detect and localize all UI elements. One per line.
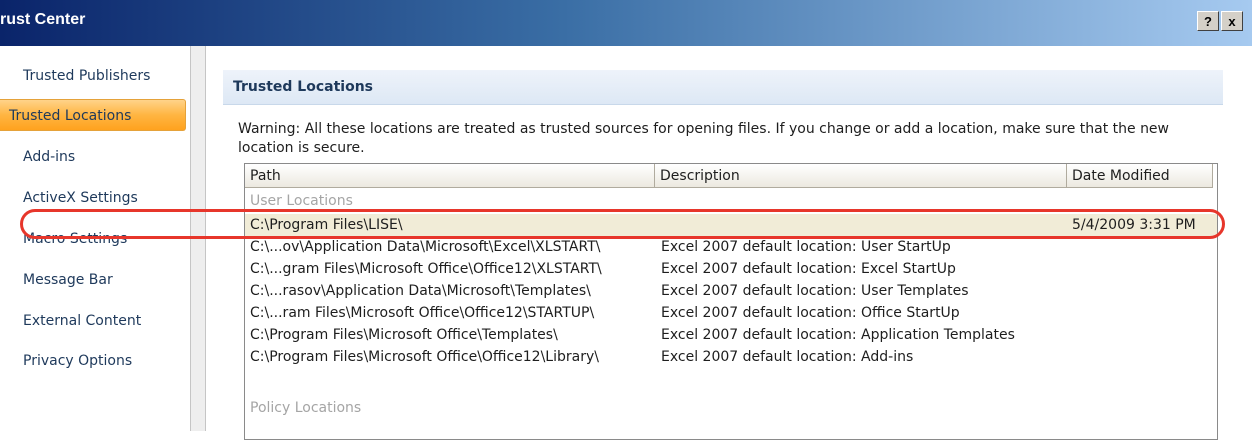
row-description: Excel 2007 default location: Add-ins xyxy=(661,349,914,365)
row-path: C:\...rasov\Application Data\Microsoft\T… xyxy=(250,283,591,299)
title-buttons: ? x xyxy=(1197,11,1243,31)
table-row[interactable]: C:\Program Files\Microsoft Office\Office… xyxy=(245,346,1217,368)
sidebar-item-trusted-publishers[interactable]: Trusted Publishers xyxy=(0,60,186,92)
trusted-locations-list[interactable]: Path Description Date Modified User Loca… xyxy=(244,163,1218,440)
row-description: Excel 2007 default location: Excel Start… xyxy=(661,261,956,277)
table-row[interactable]: C:\...rasov\Application Data\Microsoft\T… xyxy=(245,280,1217,302)
group-label-user-locations: User Locations xyxy=(250,193,353,209)
row-description: Excel 2007 default location: User Templa… xyxy=(661,283,969,299)
sidebar-item-external-content[interactable]: External Content xyxy=(0,305,186,337)
table-row[interactable]: C:\...ram Files\Microsoft Office\Office1… xyxy=(245,302,1217,324)
row-path: C:\Program Files\Microsoft Office\Office… xyxy=(250,349,599,365)
content-panel: Trusted Locations Warning: All these loc… xyxy=(206,46,1252,440)
title-bar: rust Center ? x xyxy=(0,0,1252,46)
sidebar-item-privacy-options[interactable]: Privacy Options xyxy=(0,345,186,377)
table-row[interactable]: C:\Program Files\LISE\ 5/4/2009 3:31 PM xyxy=(245,214,1217,236)
panel-divider xyxy=(191,46,206,431)
table-row[interactable]: C:\...gram Files\Microsoft Office\Office… xyxy=(245,258,1217,280)
close-button[interactable]: x xyxy=(1221,11,1243,31)
column-header-path[interactable]: Path xyxy=(245,164,655,188)
sidebar: Trusted Publishers Trusted Locations Add… xyxy=(0,46,191,431)
row-description: Excel 2007 default location: Office Star… xyxy=(661,305,960,321)
help-button[interactable]: ? xyxy=(1197,11,1219,31)
row-description: Excel 2007 default location: Application… xyxy=(661,327,1015,343)
table-row[interactable]: C:\Program Files\Microsoft Office\Templa… xyxy=(245,324,1217,346)
sidebar-item-macro-settings[interactable]: Macro Settings xyxy=(0,223,186,255)
row-path: C:\Program Files\Microsoft Office\Templa… xyxy=(250,327,558,343)
warning-text: Warning: All these locations are treated… xyxy=(238,121,1169,156)
column-header-date-modified[interactable]: Date Modified xyxy=(1067,164,1213,188)
column-header-description[interactable]: Description xyxy=(655,164,1067,188)
sidebar-item-message-bar[interactable]: Message Bar xyxy=(0,264,186,296)
list-header: Path Description Date Modified xyxy=(245,164,1217,188)
sidebar-item-activex-settings[interactable]: ActiveX Settings xyxy=(0,182,186,214)
sidebar-item-trusted-locations[interactable]: Trusted Locations xyxy=(0,99,186,131)
row-path: C:\...gram Files\Microsoft Office\Office… xyxy=(250,261,602,277)
row-path: C:\Program Files\LISE\ xyxy=(250,217,403,233)
table-row[interactable]: C:\...ov\Application Data\Microsoft\Exce… xyxy=(245,236,1217,258)
row-path: C:\...ov\Application Data\Microsoft\Exce… xyxy=(250,239,601,255)
window-title: rust Center xyxy=(0,11,86,28)
row-path: C:\...ram Files\Microsoft Office\Office1… xyxy=(250,305,595,321)
section-title: Trusted Locations xyxy=(223,70,1223,105)
sidebar-item-add-ins[interactable]: Add-ins xyxy=(0,141,186,173)
row-date: 5/4/2009 3:31 PM xyxy=(1072,217,1196,233)
group-label-policy-locations: Policy Locations xyxy=(250,400,362,416)
row-description: Excel 2007 default location: User StartU… xyxy=(661,239,951,255)
